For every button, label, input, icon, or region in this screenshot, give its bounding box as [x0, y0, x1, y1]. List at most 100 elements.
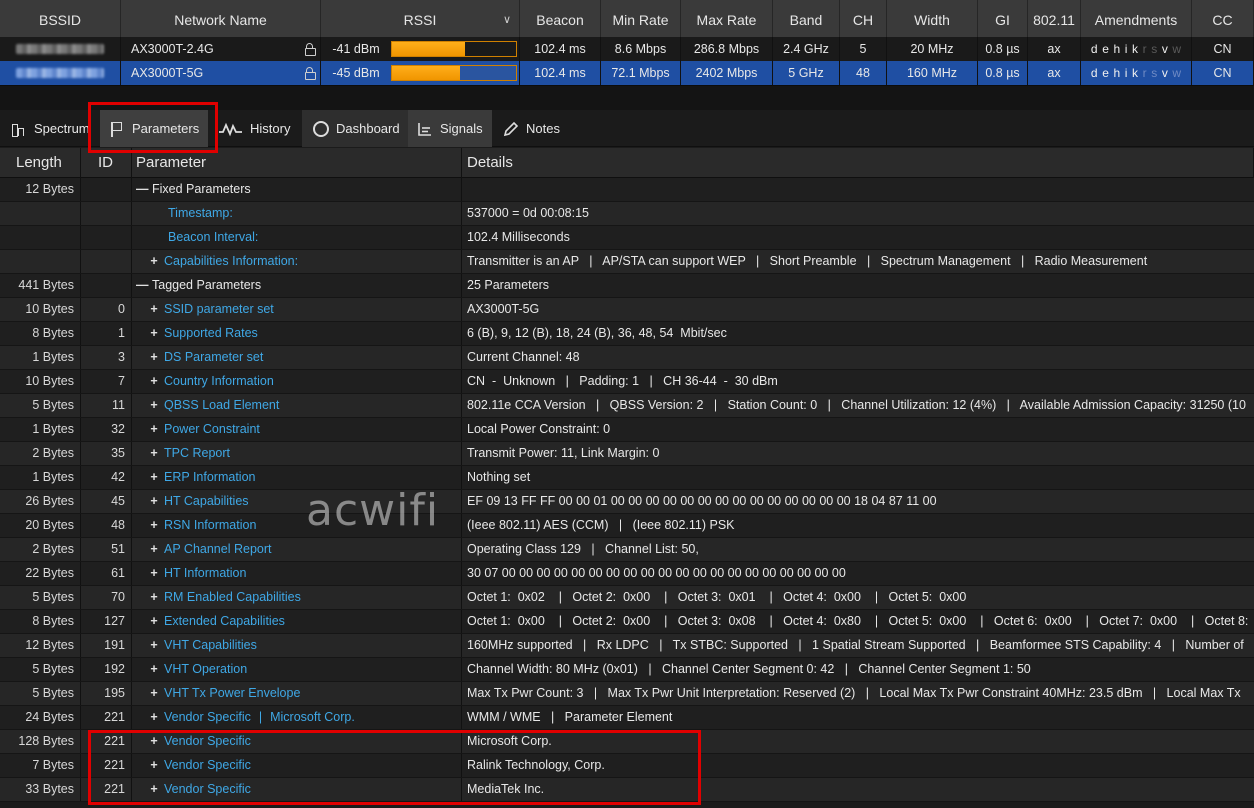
col-beacon[interactable]: Beacon [520, 0, 601, 37]
col-amendments[interactable]: Amendments [1081, 0, 1192, 37]
param-name[interactable]: VHT Tx Power Envelope [164, 686, 300, 700]
col-rssi[interactable]: RSSI ∨ [321, 0, 520, 37]
col-length[interactable]: Length [0, 148, 81, 178]
param-name[interactable]: Vendor Specific [164, 734, 251, 748]
param-row[interactable]: 1 Bytes 3 + DS Parameter set Current Channel… [0, 346, 1254, 370]
param-vendor-name[interactable]: Microsoft Corp. [270, 710, 355, 724]
param-row[interactable]: 8 Bytes 127 + Extended Capabilities Octet 1:… [0, 610, 1254, 634]
param-name[interactable]: HT Capabilities [164, 494, 249, 508]
param-name[interactable]: VHT Capabilities [164, 638, 257, 652]
param-name[interactable]: Power Constraint [164, 422, 260, 436]
col-bssid[interactable]: BSSID [0, 0, 121, 37]
expand-icon[interactable]: + [148, 250, 160, 273]
param-name[interactable]: Country Information [164, 374, 274, 388]
expand-icon[interactable]: + [148, 490, 160, 513]
param-name[interactable]: ERP Information [164, 470, 255, 484]
col-min-rate[interactable]: Min Rate [601, 0, 681, 37]
col-gi[interactable]: GI [978, 0, 1028, 37]
param-row[interactable]: 10 Bytes 7 + Country Information CN - Unknow… [0, 370, 1254, 394]
param-name[interactable]: Beacon Interval: [168, 230, 258, 244]
tab-notes[interactable]: Notes [500, 110, 580, 147]
param-row[interactable]: 10 Bytes 0 + SSID parameter set AX3000T-5G [0, 298, 1254, 322]
param-row[interactable]: Beacon Interval: 102.4 Milliseconds [0, 226, 1254, 250]
param-row[interactable]: 5 Bytes 70 + RM Enabled Capabilities Octet 1… [0, 586, 1254, 610]
tab-parameters[interactable]: Parameters [100, 110, 208, 147]
col-max-rate[interactable]: Max Rate [681, 0, 773, 37]
expand-icon[interactable]: + [148, 514, 160, 537]
param-name[interactable]: QBSS Load Element [164, 398, 279, 412]
col-parameter[interactable]: Parameter [132, 148, 462, 178]
expand-icon[interactable]: + [148, 418, 160, 441]
param-row[interactable]: 1 Bytes 32 + Power Constraint Local Power Co… [0, 418, 1254, 442]
collapse-icon[interactable]: — [136, 274, 149, 297]
col-80211[interactable]: 802.11 [1028, 0, 1081, 37]
expand-icon[interactable]: + [148, 322, 160, 345]
network-row[interactable]: AX3000T-2.4G -41 dBm 102.4 ms 8.6 Mbps 2… [0, 37, 1254, 61]
expand-icon[interactable]: + [148, 370, 160, 393]
expand-icon[interactable]: + [148, 466, 160, 489]
param-name[interactable]: RSN Information [164, 518, 256, 532]
expand-icon[interactable]: + [148, 298, 160, 321]
expand-icon[interactable]: + [148, 682, 160, 705]
col-id[interactable]: ID [81, 148, 132, 178]
col-details[interactable]: Details [462, 148, 1254, 178]
splitter[interactable] [0, 85, 1254, 110]
param-name[interactable]: Extended Capabilities [164, 614, 285, 628]
expand-icon[interactable]: + [148, 634, 160, 657]
param-name[interactable]: Vendor Specific [164, 782, 251, 796]
param-row[interactable]: Timestamp: 537000 = 0d 00:08:15 [0, 202, 1254, 226]
param-row[interactable]: 5 Bytes 11 + QBSS Load Element 802.11e CCA V… [0, 394, 1254, 418]
param-row[interactable]: 7 Bytes 221 + Vendor Specific Ralink Technol… [0, 754, 1254, 778]
param-row[interactable]: 8 Bytes 1 + Supported Rates 6 (B), 9, 12 (B)… [0, 322, 1254, 346]
param-name[interactable]: DS Parameter set [164, 350, 263, 364]
param-name[interactable]: AP Channel Report [164, 542, 271, 556]
param-row[interactable]: 5 Bytes 195 + VHT Tx Power Envelope Max Tx P… [0, 682, 1254, 706]
network-row-selected[interactable]: AX3000T-5G -45 dBm 102.4 ms 72.1 Mbps 24… [0, 61, 1254, 85]
col-ch[interactable]: CH [840, 0, 887, 37]
sort-chevron-icon[interactable]: ∨ [503, 0, 511, 37]
param-name[interactable]: RM Enabled Capabilities [164, 590, 301, 604]
param-name[interactable]: SSID parameter set [164, 302, 274, 316]
tab-signals[interactable]: Signals [408, 110, 492, 147]
param-row[interactable]: 22 Bytes 61 + HT Information 30 07 00 00 00 … [0, 562, 1254, 586]
param-row[interactable]: 1 Bytes 42 + ERP Information Nothing set [0, 466, 1254, 490]
tab-spectrum[interactable]: Spectrum [0, 110, 92, 147]
param-name[interactable]: HT Information [164, 566, 246, 580]
expand-icon[interactable]: + [148, 706, 160, 729]
param-name[interactable]: Vendor Specific [164, 758, 251, 772]
param-row[interactable]: 128 Bytes 221 + Vendor Specific Microsoft Co… [0, 730, 1254, 754]
param-row[interactable]: 12 Bytes — Fixed Parameters [0, 178, 1254, 202]
expand-icon[interactable]: + [148, 754, 160, 777]
param-row[interactable]: 26 Bytes 45 + HT Capabilities EF 09 13 FF FF… [0, 490, 1254, 514]
expand-icon[interactable]: + [148, 442, 160, 465]
tab-dashboard[interactable]: Dashboard [302, 110, 408, 147]
expand-icon[interactable]: + [148, 562, 160, 585]
expand-icon[interactable]: + [148, 778, 160, 801]
expand-icon[interactable]: + [148, 730, 160, 753]
param-row[interactable]: 441 Bytes — Tagged Parameters 25 Parameters [0, 274, 1254, 298]
col-width[interactable]: Width [887, 0, 978, 37]
collapse-icon[interactable]: — [136, 178, 149, 201]
col-cc[interactable]: CC [1192, 0, 1254, 37]
expand-icon[interactable]: + [148, 610, 160, 633]
param-name[interactable]: Supported Rates [164, 326, 258, 340]
param-row[interactable]: 33 Bytes 221 + Vendor Specific MediaTek Inc. [0, 778, 1254, 802]
param-name[interactable]: Vendor Specific [164, 710, 251, 724]
expand-icon[interactable]: + [148, 658, 160, 681]
param-name[interactable]: Timestamp: [168, 206, 233, 220]
col-network-name[interactable]: Network Name [121, 0, 321, 37]
param-row[interactable]: 2 Bytes 51 + AP Channel Report Operating Cla… [0, 538, 1254, 562]
param-row[interactable]: 24 Bytes 221 + Vendor Specific | Microsoft Co… [0, 706, 1254, 730]
param-name[interactable]: Capabilities Information: [164, 254, 298, 268]
param-row[interactable]: 2 Bytes 35 + TPC Report Transmit Power: 11, … [0, 442, 1254, 466]
expand-icon[interactable]: + [148, 586, 160, 609]
param-name[interactable]: TPC Report [164, 446, 230, 460]
expand-icon[interactable]: + [148, 538, 160, 561]
param-row[interactable]: 5 Bytes 192 + VHT Operation Channel Width: 8… [0, 658, 1254, 682]
col-band[interactable]: Band [773, 0, 840, 37]
expand-icon[interactable]: + [148, 346, 160, 369]
expand-icon[interactable]: + [148, 394, 160, 417]
param-row[interactable]: 20 Bytes 48 + RSN Information (Ieee 802.11) … [0, 514, 1254, 538]
param-name[interactable]: VHT Operation [164, 662, 247, 676]
tab-history[interactable]: History [214, 110, 300, 147]
